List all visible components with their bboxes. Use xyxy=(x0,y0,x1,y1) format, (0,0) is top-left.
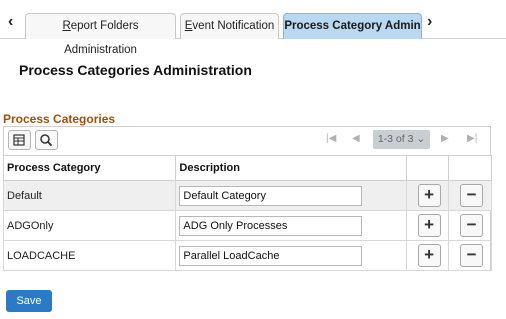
last-page-icon: ▶| xyxy=(467,133,478,144)
add-row-button[interactable]: + xyxy=(417,214,441,237)
column-header-description: Description xyxy=(175,155,408,181)
add-row-button[interactable]: + xyxy=(417,184,441,207)
delete-row-button[interactable]: − xyxy=(460,214,484,237)
delete-cell: − xyxy=(448,180,492,211)
process-categories-grid: |◀ ◀ 1-3 of 3 ⌄ ▶ ▶| Process Category De… xyxy=(2,126,492,271)
grid-title: Process Categories xyxy=(3,112,116,126)
delete-cell: − xyxy=(448,240,492,271)
tab-process-category-admin[interactable]: Process Category Admin xyxy=(283,13,422,39)
grid-table: Process Category Description Default Def… xyxy=(2,155,492,271)
delete-cell: − xyxy=(448,210,492,241)
tab-event-notification[interactable]: Event Notification xyxy=(180,13,279,39)
description-cell: ADG Only Processes xyxy=(175,210,408,241)
search-icon xyxy=(40,134,53,147)
personalize-grid-icon xyxy=(13,134,25,146)
add-row-button[interactable]: + xyxy=(417,244,441,267)
find-button[interactable] xyxy=(35,130,58,150)
tab-bar: ‹ Report Folders Administration Event No… xyxy=(0,0,506,56)
delete-row-button[interactable]: − xyxy=(460,184,484,207)
save-button[interactable]: Save xyxy=(6,290,52,312)
page-title: Process Categories Administration xyxy=(19,62,252,78)
description-input[interactable]: Parallel LoadCache xyxy=(179,245,363,266)
row-count-dropdown[interactable]: 1-3 of 3 ⌄ xyxy=(373,130,430,149)
process-category-cell: Default xyxy=(2,180,177,211)
chevron-down-icon: ⌄ xyxy=(416,133,426,145)
description-cell: Parallel LoadCache xyxy=(175,240,408,271)
tab-label: eport Folders Administration xyxy=(64,20,139,56)
row-count: 1-3 of 3 xyxy=(377,133,414,145)
tab-label: Process Category Admin xyxy=(284,20,421,32)
add-cell: + xyxy=(406,180,450,211)
description-cell: Default Category xyxy=(175,180,408,211)
column-header-add xyxy=(406,155,450,181)
table-row: LOADCACHE Parallel LoadCache + − xyxy=(2,240,492,271)
tab-label: vent Notification xyxy=(192,20,275,32)
grid-header-row: Process Category Description xyxy=(2,155,492,181)
next-page-icon: ▶ xyxy=(441,133,449,144)
first-page-icon: |◀ xyxy=(326,133,337,144)
column-header-process-category: Process Category xyxy=(2,155,177,181)
add-cell: + xyxy=(406,210,450,241)
personalize-grid-button[interactable] xyxy=(8,130,31,150)
chevron-right-icon[interactable]: › xyxy=(427,14,432,30)
tab-report-folders-administration[interactable]: Report Folders Administration xyxy=(25,13,176,56)
previous-page-icon: ◀ xyxy=(352,133,360,144)
table-row: Default Default Category + − xyxy=(2,180,492,211)
description-input[interactable]: Default Category xyxy=(179,185,363,206)
chevron-left-icon[interactable]: ‹ xyxy=(8,14,13,30)
process-category-cell: ADGOnly xyxy=(2,210,177,241)
tab-accesskey: R xyxy=(62,20,71,32)
description-input[interactable]: ADG Only Processes xyxy=(179,215,363,236)
table-row: ADGOnly ADG Only Processes + − xyxy=(2,210,492,241)
column-header-delete xyxy=(448,155,492,181)
process-category-cell: LOADCACHE xyxy=(2,240,177,271)
add-cell: + xyxy=(406,240,450,271)
delete-row-button[interactable]: − xyxy=(460,244,484,267)
